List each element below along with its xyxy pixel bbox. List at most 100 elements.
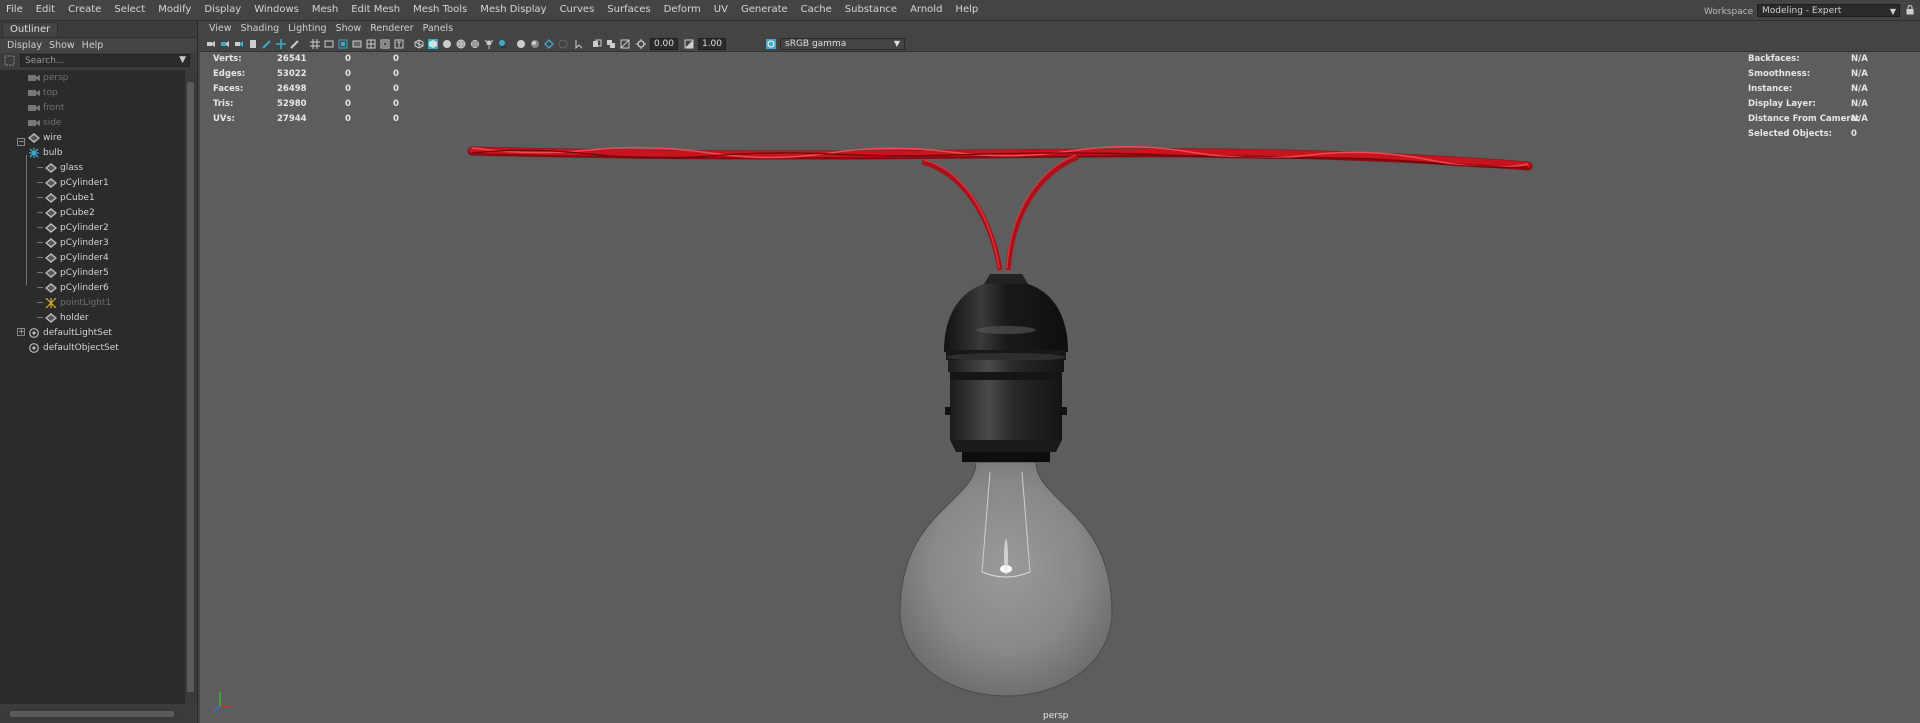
tree-item-pcylinder5[interactable]: pCylinder5	[37, 265, 109, 280]
textured-icon[interactable]	[470, 39, 480, 49]
menu-modify[interactable]: Modify	[158, 4, 191, 15]
gamma-icon[interactable]	[684, 39, 694, 49]
menu-deform[interactable]: Deform	[664, 4, 701, 15]
xray-icon[interactable]	[592, 39, 602, 49]
lock-icon[interactable]	[1906, 5, 1914, 15]
grid-icon[interactable]	[310, 39, 320, 49]
camera-attributes-icon[interactable]	[220, 39, 230, 49]
filter-icon[interactable]	[4, 55, 15, 66]
menu-create[interactable]: Create	[68, 4, 101, 15]
menu-uv[interactable]: UV	[714, 4, 728, 15]
menu-curves[interactable]: Curves	[560, 4, 595, 15]
menu-generate[interactable]: Generate	[741, 4, 788, 15]
safe-title-icon[interactable]	[394, 39, 404, 49]
default-material-icon[interactable]	[442, 39, 452, 49]
viewport-panel: View Shading Lighting Show Renderer Pane…	[200, 21, 1920, 723]
tab-outliner[interactable]: Outliner	[2, 22, 59, 37]
grease-pencil-icon[interactable]	[262, 39, 272, 49]
tree-item-pcylinder6[interactable]: pCylinder6	[37, 280, 109, 295]
panel-menu-view[interactable]: View	[209, 21, 232, 36]
use-all-lights-icon[interactable]	[484, 39, 494, 49]
mesh-icon	[45, 312, 57, 323]
menu-help[interactable]: Help	[955, 4, 978, 15]
tree-item-side[interactable]: side	[28, 115, 61, 130]
screen-space-ao-icon[interactable]	[516, 39, 526, 49]
menu-edit-mesh[interactable]: Edit Mesh	[351, 4, 400, 15]
mesh-icon	[45, 207, 57, 218]
smooth-shade-icon[interactable]	[428, 39, 438, 49]
workspace-dropdown[interactable]: Modeling - Expert ▼	[1757, 4, 1900, 17]
tree-item-defaultlightset[interactable]: defaultLightSet	[28, 325, 112, 340]
tree-item-bulb[interactable]: bulb	[28, 145, 63, 160]
menu-mesh[interactable]: Mesh	[312, 4, 338, 15]
3d-viewport[interactable]: Verts: 26541 0 0 Edges: 53022 0 0 Faces:…	[200, 52, 1920, 723]
outliner-menu-display[interactable]: Display	[7, 38, 42, 53]
shadows-icon[interactable]	[498, 39, 508, 49]
tree-item-pcube1[interactable]: pCube1	[37, 190, 95, 205]
xray-joints-icon[interactable]	[620, 39, 630, 49]
film-gate-icon[interactable]	[324, 39, 334, 49]
tree-item-glass[interactable]: glass	[37, 160, 83, 175]
isolate-select-icon[interactable]	[574, 39, 584, 49]
menu-arnold[interactable]: Arnold	[910, 4, 942, 15]
chevron-down-icon[interactable]: ▼	[179, 54, 186, 67]
menu-windows[interactable]: Windows	[254, 4, 299, 15]
tree-item-pointlight1[interactable]: pointLight1	[37, 295, 111, 310]
safe-action-icon[interactable]	[380, 39, 390, 49]
colorspace-dropdown[interactable]: sRGB gamma	[780, 38, 905, 50]
motion-blur-icon[interactable]	[530, 39, 540, 49]
exposure-field[interactable]: 0.00	[650, 38, 678, 50]
field-chart-icon[interactable]	[366, 39, 376, 49]
outliner-horizontal-scrollbar[interactable]	[0, 708, 185, 720]
outliner-menu-show[interactable]: Show	[49, 38, 75, 53]
wireframe-on-shaded-icon[interactable]	[456, 39, 466, 49]
resolution-gate-icon[interactable]	[338, 39, 348, 49]
xray-active-components-icon[interactable]	[606, 39, 616, 49]
gamma-field[interactable]: 1.00	[698, 38, 726, 50]
select-camera-icon[interactable]	[206, 39, 216, 49]
pencil-icon[interactable]	[290, 39, 300, 49]
exposure-icon[interactable]	[636, 39, 646, 49]
scrollbar-thumb[interactable]	[10, 711, 174, 717]
scrollbar-thumb[interactable]	[187, 82, 194, 692]
tree-item-front[interactable]: front	[28, 100, 64, 115]
panel-menu-lighting[interactable]: Lighting	[288, 21, 326, 36]
menu-edit[interactable]: Edit	[36, 4, 55, 15]
tree-item-persp[interactable]: persp	[28, 70, 68, 85]
outliner-vertical-scrollbar[interactable]	[185, 70, 197, 704]
tree-item-pcylinder1[interactable]: pCylinder1	[37, 175, 109, 190]
menu-mesh-tools[interactable]: Mesh Tools	[413, 4, 467, 15]
bookmark-icon[interactable]	[234, 39, 244, 49]
chevron-down-icon[interactable]: ▼	[890, 39, 904, 49]
panel-menu-renderer[interactable]: Renderer	[370, 21, 413, 36]
menu-surfaces[interactable]: Surfaces	[607, 4, 650, 15]
tree-item-pcylinder3[interactable]: pCylinder3	[37, 235, 109, 250]
tree-item-holder[interactable]: holder	[37, 310, 89, 325]
view-transform-icon[interactable]	[766, 39, 776, 49]
wireframe-icon[interactable]	[414, 39, 424, 49]
panel-menu-panels[interactable]: Panels	[423, 21, 454, 36]
depth-of-field-icon[interactable]	[558, 39, 568, 49]
tree-item-defaultobjectset[interactable]: defaultObjectSet	[28, 340, 119, 355]
menu-substance[interactable]: Substance	[845, 4, 897, 15]
menu-display[interactable]: Display	[204, 4, 241, 15]
expand-toggle-defaultlightset[interactable]: +	[17, 328, 25, 336]
gate-mask-icon[interactable]	[352, 39, 362, 49]
tree-item-pcylinder2[interactable]: pCylinder2	[37, 220, 109, 235]
tree-item-pcylinder4[interactable]: pCylinder4	[37, 250, 109, 265]
outliner-menu-help[interactable]: Help	[82, 38, 104, 53]
tree-item-top[interactable]: top	[28, 85, 58, 100]
anti-aliasing-icon[interactable]	[544, 39, 554, 49]
menu-cache[interactable]: Cache	[801, 4, 832, 15]
outliner-search-input[interactable]: Search... ▼	[20, 54, 190, 67]
expand-toggle-bulb[interactable]: −	[17, 138, 25, 146]
tree-item-wire[interactable]: wire	[28, 130, 62, 145]
menu-file[interactable]: File	[6, 4, 23, 15]
panel-menu-shading[interactable]: Shading	[241, 21, 280, 36]
panel-menu-show[interactable]: Show	[336, 21, 362, 36]
tree-item-pcube2[interactable]: pCube2	[37, 205, 95, 220]
menu-select[interactable]: Select	[114, 4, 145, 15]
menu-mesh-display[interactable]: Mesh Display	[480, 4, 546, 15]
image-plane-icon[interactable]	[248, 39, 258, 49]
2d-pan-zoom-icon[interactable]	[276, 39, 286, 49]
